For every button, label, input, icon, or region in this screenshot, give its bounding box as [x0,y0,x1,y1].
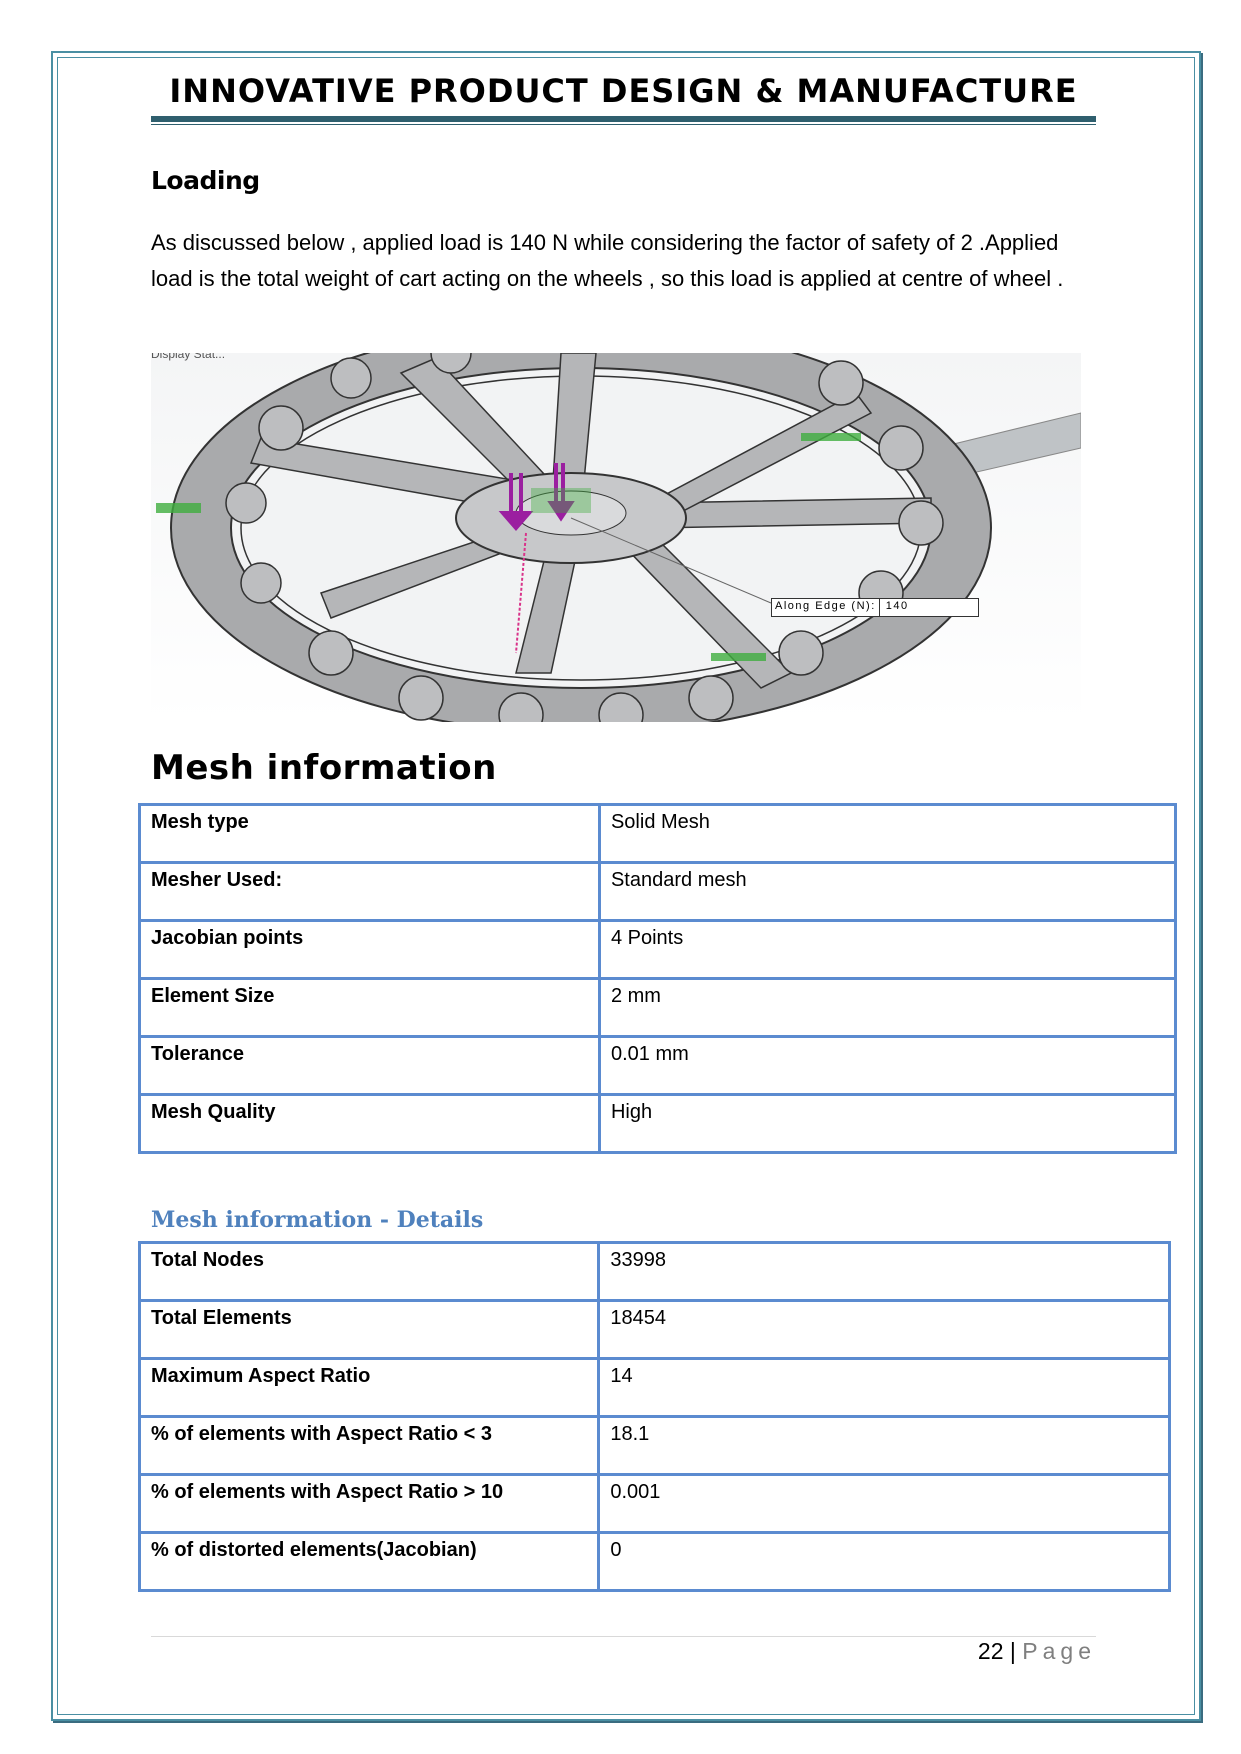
row-value: Solid Mesh [597,803,1178,864]
row-value: Standard mesh [597,861,1178,922]
table-row: Mesh Quality High [138,1093,1178,1154]
wheel-model-image [156,353,1081,722]
table-row: % of elements with Aspect Ratio > 10 0.00… [137,1473,1171,1534]
table-row: Mesh type Solid Mesh [138,803,1178,864]
table-row: Element Size 2 mm [138,977,1178,1038]
table-row: Jacobian points 4 Points [138,919,1178,980]
load-callout: Along Edge (N): 140 [771,598,979,617]
row-value: High [597,1093,1178,1154]
section-heading-mesh-details: Mesh information - Details [151,1207,484,1233]
table-row: Maximum Aspect Ratio 14 [137,1357,1171,1418]
table-row: % of distorted elements(Jacobian) 0 [137,1531,1171,1592]
page-label: Page [1022,1638,1096,1664]
row-value: 18454 [597,1299,1171,1360]
row-value: 0.01 mm [597,1035,1178,1096]
row-key: Maximum Aspect Ratio [137,1357,601,1418]
row-key: % of elements with Aspect Ratio > 10 [137,1473,601,1534]
header-rule [151,116,1096,122]
mesh-details-table: Total Nodes 33998 Total Elements 18454 Maxim… [137,1241,1171,1592]
row-key: Mesh type [138,803,601,864]
row-value: 14 [597,1357,1171,1418]
header-rule-thin [151,124,1096,125]
callout-value: 140 [878,599,912,616]
section-heading-mesh-information: Mesh information [151,748,497,788]
footer-separator: | [1009,1638,1016,1664]
loading-paragraph: As discussed below , applied load is 140… [151,230,1064,291]
row-key: Mesher Used: [138,861,601,922]
section-heading-loading: Loading [151,166,260,195]
callout-label: Along Edge (N): [775,600,876,612]
mesh-information-table: Mesh type Solid Mesh Mesher Used: Standard … [138,803,1178,1154]
row-value: 33998 [597,1241,1171,1302]
row-key: % of elements with Aspect Ratio < 3 [137,1415,601,1476]
row-value: 0 [597,1531,1171,1592]
document-header-title: INNOVATIVE PRODUCT DESIGN & MANUFACTURE [169,72,1078,110]
page-footer: 22 | Page [978,1638,1096,1665]
row-key: Element Size [138,977,601,1038]
footer-rule [151,1636,1096,1637]
wheel-load-figure: Display Stat... Along Edge (N): 140 [151,353,1081,722]
row-key: Tolerance [138,1035,601,1096]
table-row: % of elements with Aspect Ratio < 3 18.1 [137,1415,1171,1476]
row-value: 4 Points [597,919,1178,980]
table-row: Total Elements 18454 [137,1299,1171,1360]
table-row: Total Nodes 33998 [137,1241,1171,1302]
row-value: 2 mm [597,977,1178,1038]
row-key: Total Elements [137,1299,601,1360]
table-row: Mesher Used: Standard mesh [138,861,1178,922]
row-value: 18.1 [597,1415,1171,1476]
figure-caption-fragment: Display Stat... [151,353,226,361]
row-key: Mesh Quality [138,1093,601,1154]
table-row: Tolerance 0.01 mm [138,1035,1178,1096]
row-key: % of distorted elements(Jacobian) [137,1531,601,1592]
row-value: 0.001 [597,1473,1171,1534]
row-key: Jacobian points [138,919,601,980]
page-number: 22 [977,1638,1004,1664]
row-key: Total Nodes [137,1241,601,1302]
